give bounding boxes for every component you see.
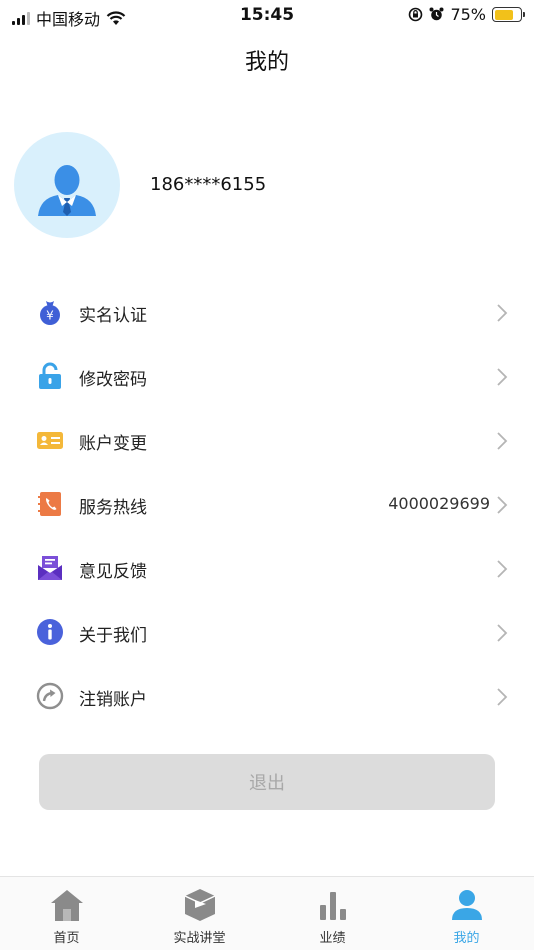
tab-label: 实战讲堂	[173, 931, 226, 946]
svg-text:¥: ¥	[46, 309, 54, 323]
user-icon	[451, 890, 482, 920]
menu-item-about-us[interactable]: 关于我们	[0, 600, 534, 664]
carrier-label: 中国移动	[36, 10, 101, 29]
avatar-figure	[38, 165, 96, 216]
user-avatar-icon[interactable]	[14, 132, 120, 238]
menu-item-label: 关于我们	[79, 626, 147, 646]
mail-icon	[38, 556, 62, 580]
chevron-right-icon	[497, 432, 508, 450]
logout-button[interactable]: 退出	[39, 754, 495, 810]
bar-chart-icon	[319, 892, 346, 920]
menu-item-change-password[interactable]: 修改密码	[0, 344, 534, 408]
home-icon	[50, 890, 83, 921]
chevron-right-icon	[497, 624, 508, 642]
status-right: 75%	[408, 5, 525, 24]
tab-lecture[interactable]: 实战讲堂	[133, 877, 266, 950]
menu-item-label: 实名认证	[79, 306, 147, 326]
chevron-right-icon	[497, 368, 508, 386]
tab-performance[interactable]: 业绩	[266, 877, 399, 950]
user-phone: 186****6155	[150, 174, 267, 195]
menu-item-label: 修改密码	[79, 370, 147, 390]
menu-item-account-change[interactable]: 账户变更	[0, 408, 534, 472]
menu-item-label: 意见反馈	[79, 562, 147, 582]
menu-item-cancel-account[interactable]: 注销账户	[0, 664, 534, 728]
alarm-icon	[429, 7, 444, 21]
tab-label: 业绩	[319, 931, 346, 946]
phone-book-icon	[38, 492, 61, 516]
id-card-icon	[37, 432, 63, 449]
settings-menu: ¥ 实名认证 修改密码 账户变更 服务热线 4000029699 意见反馈 关于…	[0, 280, 534, 728]
battery-icon	[492, 7, 525, 22]
wifi-icon	[106, 10, 126, 25]
menu-item-feedback[interactable]: 意见反馈	[0, 536, 534, 600]
unlock-icon	[39, 362, 61, 389]
menu-item-label: 账户变更	[79, 434, 147, 454]
chevron-right-icon	[497, 304, 508, 322]
status-bar: 中国移动 15:45 75%	[0, 0, 534, 30]
arrow-circle-icon	[36, 682, 64, 710]
rotation-lock-icon	[409, 7, 423, 22]
tab-label: 我的	[453, 931, 480, 946]
menu-item-service-hotline[interactable]: 服务热线 4000029699	[0, 472, 534, 536]
chevron-right-icon	[497, 496, 508, 514]
battery-percent: 75%	[450, 5, 486, 24]
chevron-right-icon	[497, 688, 508, 706]
info-icon	[37, 619, 63, 645]
bottom-tab-bar: 首页 实战讲堂 业绩 我的	[0, 876, 534, 950]
menu-item-label: 服务热线	[79, 498, 147, 518]
status-left: 中国移动	[12, 6, 126, 30]
menu-item-real-name[interactable]: ¥ 实名认证	[0, 280, 534, 344]
money-bag-icon: ¥	[40, 301, 60, 325]
tab-mine[interactable]: 我的	[400, 877, 533, 950]
tab-label: 首页	[53, 931, 80, 946]
page-title: 我的	[244, 50, 289, 75]
tab-home[interactable]: 首页	[0, 877, 133, 950]
signal-icon	[12, 11, 30, 25]
lecture-icon	[184, 889, 215, 921]
chevron-right-icon	[497, 560, 508, 578]
hotline-number: 4000029699	[388, 494, 490, 513]
menu-item-label: 注销账户	[79, 690, 147, 710]
